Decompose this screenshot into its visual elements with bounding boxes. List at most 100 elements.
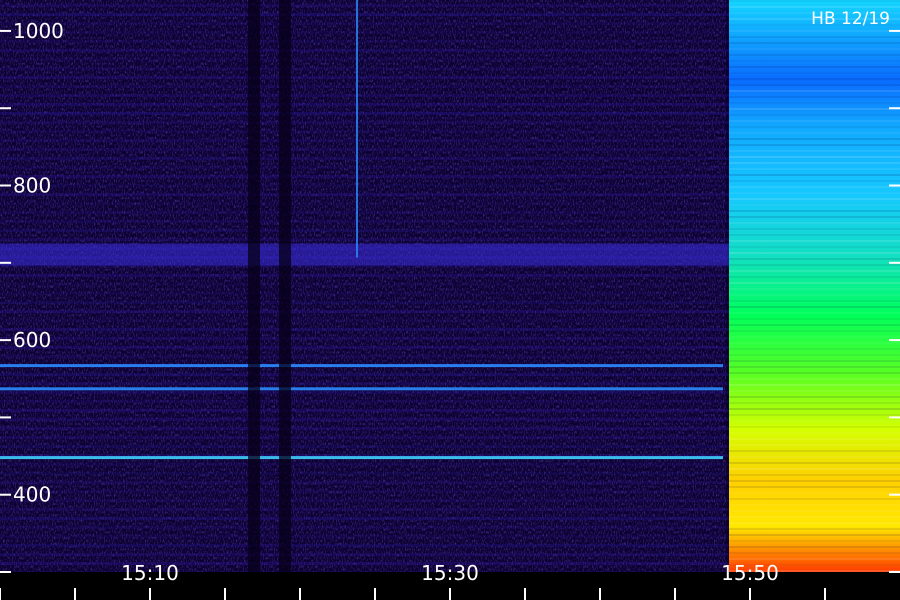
noise-band: [0, 148, 729, 151]
noise-band: [0, 301, 729, 304]
block-stripe: [729, 462, 900, 464]
noise-band: [0, 418, 729, 421]
block-stripe: [729, 294, 900, 296]
y-tick-label: 600: [13, 328, 51, 352]
noise-band: [0, 220, 729, 223]
block-stripe: [729, 30, 900, 32]
chart-annotation: HB 12/19: [811, 9, 890, 29]
noise-band: [0, 13, 729, 16]
noise-band: [0, 346, 729, 349]
block-stripe: [729, 468, 900, 470]
noise-band: [0, 211, 729, 214]
noise-band: [0, 157, 729, 160]
block-stripe: [729, 378, 900, 380]
block-stripe: [729, 204, 900, 206]
spectral-line: [0, 387, 723, 391]
block-stripe: [729, 276, 900, 278]
block-stripe: [729, 474, 900, 476]
block-stripe: [729, 540, 900, 542]
transient-spike: [356, 0, 358, 258]
block-stripe: [729, 174, 900, 176]
block-stripe: [729, 96, 900, 98]
noise-band: [0, 391, 729, 394]
noise-band: [0, 112, 729, 115]
noise-band: [0, 337, 729, 340]
noise-band: [0, 103, 729, 106]
noise-band: [0, 76, 729, 79]
noise-band: [0, 58, 729, 61]
block-stripe: [729, 156, 900, 158]
block-stripe: [729, 66, 900, 68]
noise-band: [0, 445, 729, 448]
y-tick-label: 1000: [13, 19, 64, 43]
block-stripe: [729, 486, 900, 488]
block-stripe: [729, 258, 900, 260]
noise-band: [0, 175, 729, 178]
block-stripe: [729, 6, 900, 8]
block-stripe: [729, 330, 900, 332]
block-stripe: [729, 354, 900, 356]
block-stripe: [729, 42, 900, 44]
noise-band: [0, 202, 729, 205]
noise-band: [0, 382, 729, 385]
noise-band: [0, 409, 729, 412]
block-stripe: [729, 186, 900, 188]
block-stripe: [729, 48, 900, 50]
noise-band: [0, 490, 729, 493]
block-stripe: [729, 420, 900, 422]
block-stripe: [729, 408, 900, 410]
block-stripe: [729, 210, 900, 212]
block-stripe: [729, 390, 900, 392]
block-stripe: [729, 300, 900, 302]
block-stripe: [729, 324, 900, 326]
y-tick-label: 800: [13, 174, 51, 198]
block-stripe: [729, 72, 900, 74]
block-stripe: [729, 90, 900, 92]
noise-band: [0, 283, 729, 286]
noise-band: [0, 328, 729, 331]
noise-band: [0, 373, 729, 376]
noise-band: [0, 193, 729, 196]
block-stripe: [729, 360, 900, 362]
block-stripe: [729, 444, 900, 446]
block-stripe: [729, 510, 900, 512]
block-stripe: [729, 552, 900, 554]
block-stripe: [729, 168, 900, 170]
block-stripe: [729, 132, 900, 134]
block-stripe: [729, 0, 900, 2]
noise-band: [0, 49, 729, 52]
noise-band: [0, 517, 729, 520]
noise-band: [0, 274, 729, 277]
block-stripe: [729, 534, 900, 536]
block-stripe: [729, 372, 900, 374]
block-stripe: [729, 198, 900, 200]
noise-band: [0, 463, 729, 466]
block-stripe: [729, 312, 900, 314]
block-stripe: [729, 180, 900, 182]
noise-band: [0, 526, 729, 529]
block-stripe: [729, 264, 900, 266]
block-stripe: [729, 162, 900, 164]
block-stripe: [729, 456, 900, 458]
block-stripe: [729, 192, 900, 194]
block-stripe: [729, 426, 900, 428]
x-tick-label: 15:30: [421, 561, 479, 585]
block-stripe: [729, 504, 900, 506]
noise-band: [0, 166, 729, 169]
block-stripe: [729, 492, 900, 494]
block-stripe: [729, 546, 900, 548]
noise-band: [0, 184, 729, 187]
data-gap: [279, 0, 291, 572]
block-stripe: [729, 108, 900, 110]
x-tick-label: 15:10: [121, 561, 179, 585]
block-stripe: [729, 270, 900, 272]
block-stripe: [729, 396, 900, 398]
block-stripe: [729, 402, 900, 404]
block-stripe: [729, 432, 900, 434]
block-stripe: [729, 102, 900, 104]
block-stripe: [729, 78, 900, 80]
block-stripe: [729, 480, 900, 482]
block-stripe: [729, 126, 900, 128]
block-stripe: [729, 528, 900, 530]
block-stripe: [729, 450, 900, 452]
